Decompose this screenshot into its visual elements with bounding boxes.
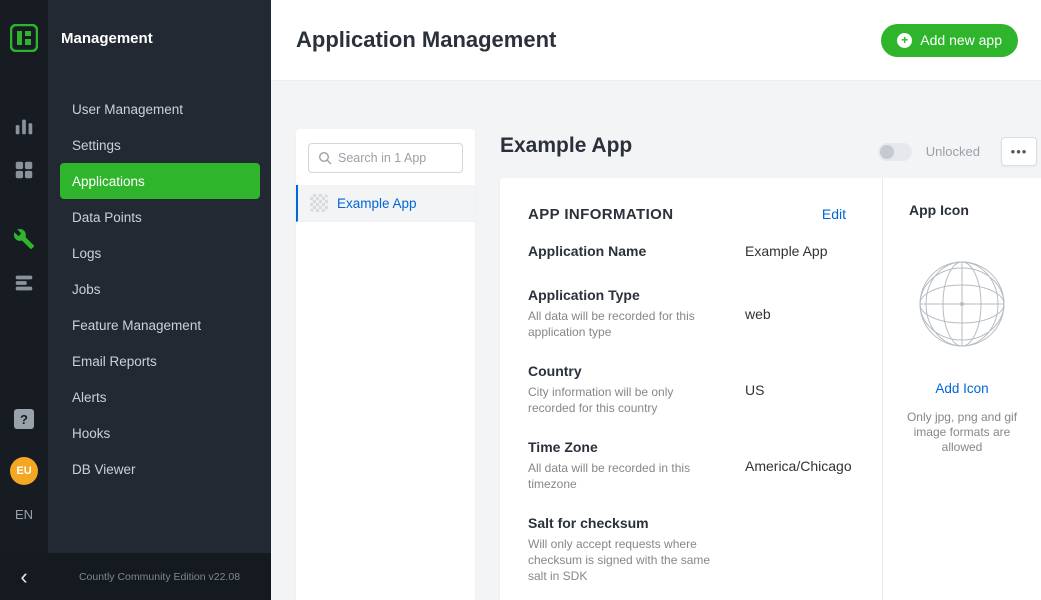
sidebar-item-logs[interactable]: Logs xyxy=(48,235,271,271)
sidebar-item-settings[interactable]: Settings xyxy=(48,127,271,163)
field-description: Will only accept requests where checksum… xyxy=(528,536,723,584)
sidebar-title: Management xyxy=(48,0,271,47)
app-detail-header: Example App Unlocked ••• xyxy=(500,129,1041,178)
app-list-panel: Example App xyxy=(296,129,475,600)
management-wrench-icon[interactable] xyxy=(12,227,36,251)
sidebar-item-applications[interactable]: Applications xyxy=(60,163,260,199)
add-icon-link[interactable]: Add Icon xyxy=(935,381,988,396)
left-column: ? EU EN Management User Management Setti… xyxy=(0,0,271,600)
content-area: Example App Example App Unlocked ••• xyxy=(271,81,1041,600)
management-sidebar: Management User Management Settings Appl… xyxy=(48,0,271,600)
detail-cards: APP INFORMATION Edit Application Name Ex… xyxy=(500,178,1041,600)
app-list-item[interactable]: Example App xyxy=(296,185,475,222)
app-search xyxy=(308,143,463,173)
lock-control: Unlocked ••• xyxy=(878,137,1037,166)
sidebar-item-data-points[interactable]: Data Points xyxy=(48,199,271,235)
app-icon-placeholder xyxy=(917,259,1007,354)
version-label: Countly Community Edition v22.08 xyxy=(48,571,271,583)
field-value: America/Chicago xyxy=(745,458,852,492)
field-value: Example App xyxy=(745,243,828,264)
field-description: All data will be recorded for this appli… xyxy=(528,308,723,340)
globe-wireframe-icon xyxy=(917,259,1007,349)
add-new-app-button[interactable]: + Add new app xyxy=(881,24,1018,57)
field-label: Time Zone xyxy=(528,439,723,455)
sidebar-item-user-management[interactable]: User Management xyxy=(48,91,271,127)
lock-state-label: Unlocked xyxy=(926,144,980,159)
field-description: City information will be only recorded f… xyxy=(528,384,723,416)
sidebar-menu: User Management Settings Applications Da… xyxy=(48,91,271,487)
edit-link[interactable]: Edit xyxy=(822,206,846,222)
apps-grid-icon[interactable] xyxy=(12,158,36,182)
sidebar-item-hooks[interactable]: Hooks xyxy=(48,415,271,451)
collapse-sidebar-icon[interactable]: ‹ xyxy=(0,566,48,588)
app-root: ? EU EN Management User Management Setti… xyxy=(0,0,1041,600)
field-label: Country xyxy=(528,363,723,379)
icon-format-hint: Only jpg, png and gif image formats are … xyxy=(883,410,1041,455)
page-header: Application Management + Add new app xyxy=(271,0,1041,81)
field-label: Salt for checksum xyxy=(528,515,723,531)
sidebar-item-email-reports[interactable]: Email Reports xyxy=(48,343,271,379)
plus-icon: + xyxy=(897,33,912,48)
field-application-type: Application Type All data will be record… xyxy=(528,287,846,340)
sidebar-footer: ‹ Countly Community Edition v22.08 xyxy=(0,553,271,600)
help-icon[interactable]: ? xyxy=(14,409,34,429)
app-list-item-label: Example App xyxy=(337,196,417,211)
app-thumbnail-icon xyxy=(310,194,328,212)
app-icon-card: App Icon xyxy=(883,178,1041,600)
user-avatar[interactable]: EU xyxy=(10,457,38,485)
app-detail: Example App Unlocked ••• APP INFORMATION… xyxy=(500,129,1041,600)
field-description: All data will be recorded in this timezo… xyxy=(528,460,723,492)
main-area: Application Management + Add new app xyxy=(271,0,1041,600)
icon-rail: ? EU EN xyxy=(0,0,48,600)
sidebar-item-jobs[interactable]: Jobs xyxy=(48,271,271,307)
field-salt-for-checksum: Salt for checksum Will only accept reque… xyxy=(528,515,846,584)
analytics-icon[interactable] xyxy=(12,114,36,138)
field-value: US xyxy=(745,382,764,416)
countly-logo-icon[interactable] xyxy=(10,24,38,57)
app-information-header: APP INFORMATION Edit xyxy=(528,206,846,223)
field-value: web xyxy=(745,306,771,340)
app-icon-title: App Icon xyxy=(883,202,969,218)
data-layers-icon[interactable] xyxy=(12,271,36,295)
more-options-button[interactable]: ••• xyxy=(1001,137,1037,166)
field-application-name: Application Name Example App xyxy=(528,243,846,264)
field-label: Application Name xyxy=(528,243,723,259)
lock-toggle[interactable] xyxy=(878,143,912,161)
page-title: Application Management xyxy=(296,27,881,53)
search-icon xyxy=(317,150,333,166)
toggle-knob xyxy=(880,145,894,159)
app-detail-title: Example App xyxy=(500,134,878,158)
field-time-zone: Time Zone All data will be recorded in t… xyxy=(528,439,846,492)
section-title: APP INFORMATION xyxy=(528,206,822,223)
language-selector[interactable]: EN xyxy=(15,507,33,522)
add-new-app-label: Add new app xyxy=(920,32,1002,48)
sidebar-item-alerts[interactable]: Alerts xyxy=(48,379,271,415)
field-label: Application Type xyxy=(528,287,723,303)
app-information-card: APP INFORMATION Edit Application Name Ex… xyxy=(500,178,883,600)
field-country: Country City information will be only re… xyxy=(528,363,846,416)
sidebar-item-db-viewer[interactable]: DB Viewer xyxy=(48,451,271,487)
sidebar-item-feature-management[interactable]: Feature Management xyxy=(48,307,271,343)
